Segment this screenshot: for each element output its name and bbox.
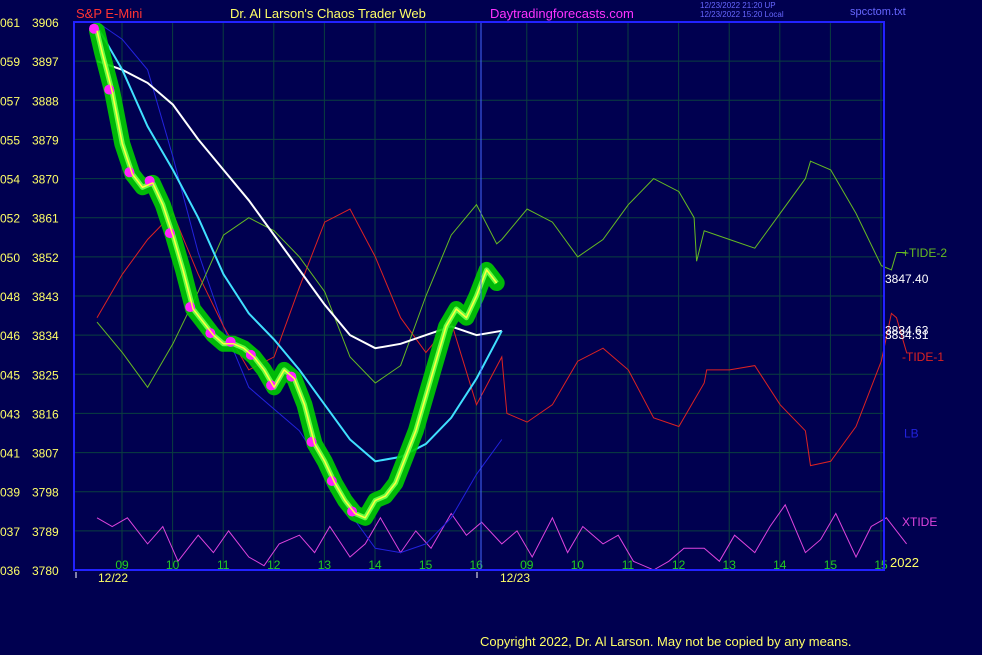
site-label[interactable]: Daytradingforecasts.com <box>490 6 634 21</box>
y-tick-code: 059 <box>0 55 20 69</box>
y-tick-code: 054 <box>0 173 20 187</box>
y-tick-code: 052 <box>0 212 20 226</box>
price-marker <box>225 336 236 347</box>
right-label: -TIDE-1 <box>902 350 944 364</box>
y-tick-code: 046 <box>0 329 20 343</box>
y-tick-price: 3897 <box>32 55 59 69</box>
title-label: Dr. Al Larson's Chaos Trader Web <box>230 6 426 21</box>
y-tick-price: 3816 <box>32 407 59 421</box>
y-tick-price: 3798 <box>32 486 59 500</box>
y-tick-code: 043 <box>0 407 20 421</box>
right-label: +TIDE-2 <box>902 246 947 260</box>
y-tick-price: 3852 <box>32 251 59 265</box>
y-tick-price: 3780 <box>32 564 59 578</box>
file-label: spcctom.txt <box>850 6 906 18</box>
y-tick-code: 057 <box>0 94 20 108</box>
symbol-label: S&P E-Mini <box>76 6 142 21</box>
timestamp-2: 12/23/2022 15:20 Local <box>700 10 784 19</box>
y-tick-price: 3906 <box>32 16 59 30</box>
y-tick-price: 3879 <box>32 133 59 147</box>
x-tick-date: 12/23 <box>500 571 530 585</box>
y-tick-code: 048 <box>0 290 20 304</box>
y-tick-price: 3789 <box>32 525 59 539</box>
y-tick-price: 3834 <box>32 329 59 343</box>
y-tick-price: 3870 <box>32 173 59 187</box>
y-tick-code: 045 <box>0 368 20 382</box>
y-tick-code: 039 <box>0 486 20 500</box>
y-tick-price: 3861 <box>32 212 59 226</box>
price-marker <box>347 506 358 517</box>
right-label: XTIDE <box>902 515 937 529</box>
y-tick-code: 036 <box>0 564 20 578</box>
y-tick-code: 061 <box>0 16 20 30</box>
copyright: Copyright 2022, Dr. Al Larson. May not b… <box>480 634 851 649</box>
x-tick-date: 12/22 <box>98 571 128 585</box>
timestamp-1: 12/23/2022 21:20 UP <box>700 1 776 10</box>
y-tick-code: 041 <box>0 447 20 461</box>
y-tick-price: 3807 <box>32 447 59 461</box>
y-tick-code: 055 <box>0 133 20 147</box>
background <box>0 0 982 650</box>
right-label: LB <box>904 426 919 440</box>
y-tick-price: 3888 <box>32 94 59 108</box>
y-tick-price: 3843 <box>32 290 59 304</box>
chart: 061 3906 059 3897 057 3888 055 3879 054 3870 052 38… <box>0 0 982 650</box>
price-marker <box>205 328 216 339</box>
y-tick-price: 3825 <box>32 368 59 382</box>
year-label: 2022 <box>890 555 919 570</box>
y-tick-code: 037 <box>0 525 20 539</box>
right-label: 3834.31 <box>885 328 929 342</box>
right-label: 3847.40 <box>885 272 929 286</box>
y-tick-code: 050 <box>0 251 20 265</box>
